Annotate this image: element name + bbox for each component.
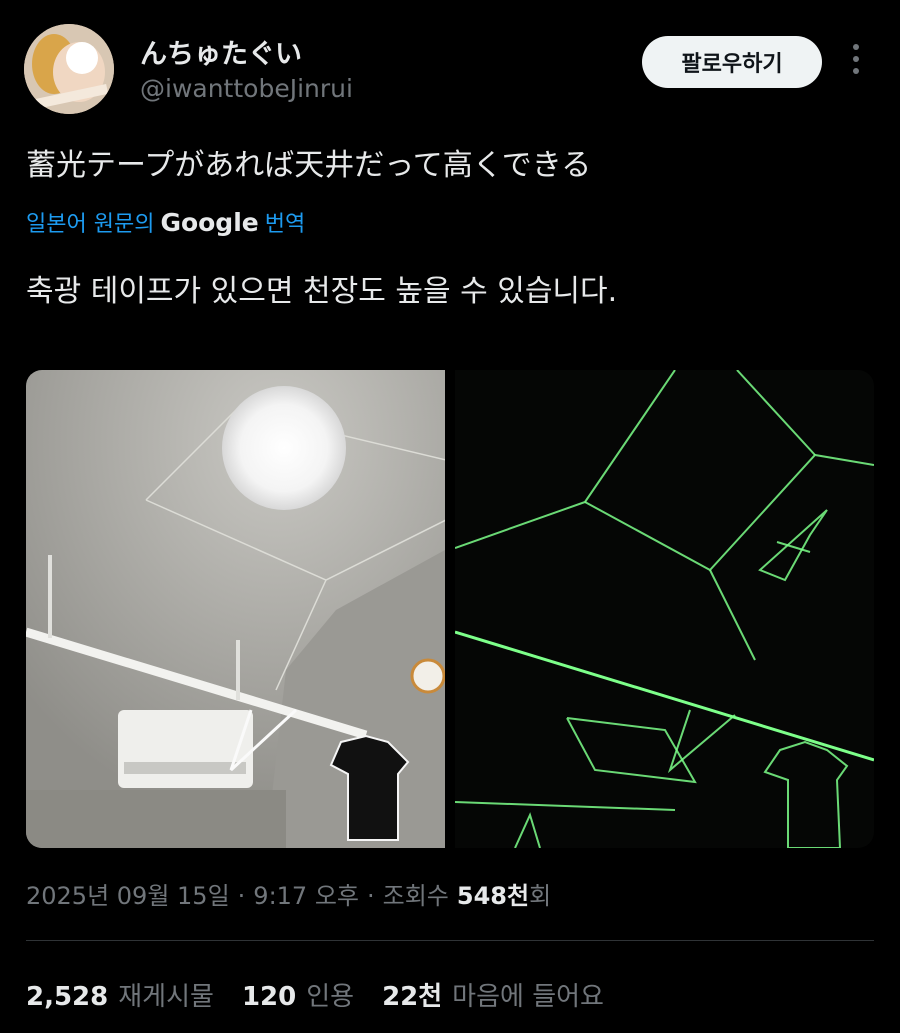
engagement-stats: 2,528 재게시물 120 인용 22천 마음에 들어요 (26, 976, 632, 1013)
meta-separator: · (237, 882, 246, 910)
google-logo: Google (160, 207, 259, 237)
photo-lit-ceiling[interactable] (26, 370, 445, 848)
more-options-icon[interactable] (850, 44, 862, 80)
media-grid (26, 370, 874, 848)
quotes-label[interactable]: 인용 (306, 976, 354, 1013)
translation-attribution[interactable]: 일본어 원문의 Google 번역 (26, 206, 305, 238)
retweets-count[interactable]: 2,528 (26, 982, 108, 1012)
divider (26, 940, 874, 941)
views-count: 548천 (456, 882, 530, 910)
tweet-date[interactable]: 2025년 09월 15일 (26, 876, 230, 911)
tweet-text: 蓄光テープがあれば天井だって高くできる (26, 148, 592, 183)
views-suffix: 회 (529, 882, 552, 910)
quotes-count[interactable]: 120 (242, 982, 296, 1012)
translate-prefix: 일본어 원문의 (26, 212, 155, 237)
views-label: 조회수 (382, 882, 449, 910)
avatar[interactable] (24, 24, 114, 114)
follow-button[interactable]: 팔로우하기 (642, 36, 822, 88)
retweets-label[interactable]: 재게시물 (118, 976, 214, 1013)
photo-glowing-tape[interactable] (455, 370, 874, 848)
translated-text: 축광 테이프가 있으면 천장도 높을 수 있습니다. (26, 274, 618, 309)
tweet-time[interactable]: 9:17 오후 (253, 876, 359, 911)
likes-label[interactable]: 마음에 들어요 (452, 976, 604, 1013)
tweet-meta: 2025년 09월 15일 · 9:17 오후 · 조회수 548천 회 (26, 876, 551, 911)
likes-count[interactable]: 22천 (382, 976, 442, 1013)
meta-separator: · (366, 882, 375, 910)
user-handle[interactable]: @iwanttobeJinrui (140, 74, 353, 103)
translate-suffix: 번역 (264, 212, 306, 237)
display-name[interactable]: んちゅたぐい (140, 32, 302, 71)
tweet-header: んちゅたぐい @iwanttobeJinrui 팔로우하기 (24, 24, 876, 116)
